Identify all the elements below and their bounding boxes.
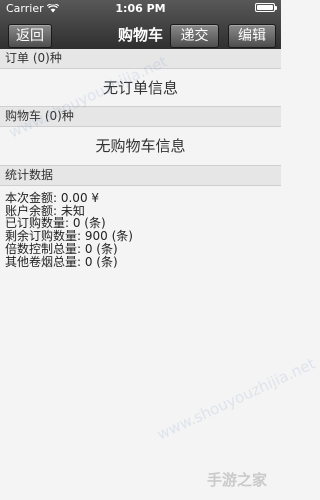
stat-current-amount: 本次金额: 0.00 ¥ <box>5 191 100 205</box>
edit-button[interactable]: 编辑 <box>228 24 276 48</box>
status-right <box>255 3 277 12</box>
main-content: 订单 (0)种 无订单信息 购物车 (0)种 无购物车信息 统计数据 本次金额:… <box>0 49 281 500</box>
stat-multiple-control-total: 倍数控制总量: 0 (条) <box>5 241 118 256</box>
orders-empty-message: 无订单信息 <box>0 69 281 107</box>
status-time: 1:06 PM <box>115 2 166 15</box>
stats-section-header: 统计数据 <box>0 166 281 186</box>
submit-button[interactable]: 递交 <box>170 24 219 48</box>
status-bar: Carrier 1:06 PM <box>0 0 281 16</box>
cart-section-header: 购物车 (0)种 <box>0 107 281 127</box>
cart-empty-message: 无购物车信息 <box>0 127 281 166</box>
navigation-bar: 购物车 返回 递交 编辑 <box>0 18 281 49</box>
orders-section-header: 订单 (0)种 <box>0 49 281 69</box>
stats-list: 本次金额: 0.00 ¥ 账户余额: 未知 已订购数量: 0 (条) 剩余订购数… <box>0 186 281 268</box>
stat-other-cigarettes-total: 其他卷烟总量: 0 (条) <box>5 254 118 269</box>
stat-remaining-quantity: 剩余订购数量: 900 (条) <box>5 229 133 244</box>
back-button[interactable]: 返回 <box>8 24 52 48</box>
top-chrome: Carrier 1:06 PM 购物车 返回 递交 编辑 <box>0 0 281 49</box>
battery-icon <box>255 3 277 12</box>
